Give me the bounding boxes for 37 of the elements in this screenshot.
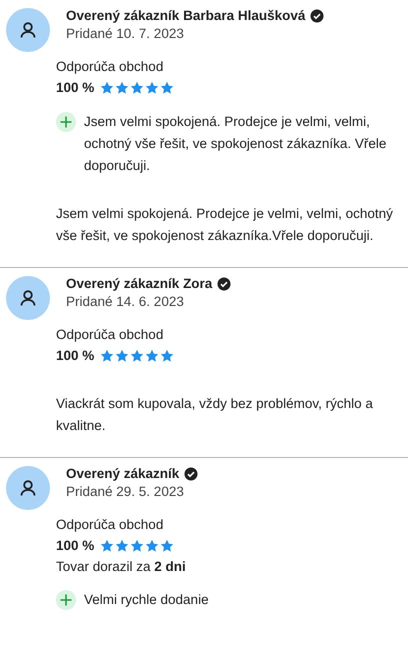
reviewer-name: Overený zákazník Zora [66,276,212,291]
recommend-percent: 100 % [56,347,94,365]
recommend-label: Odporúča obchod [56,326,164,344]
star-icon [145,349,160,363]
star-icon [145,81,160,95]
delivery-time: Tovar dorazil za 2 dni [56,558,187,576]
star-icon [130,349,144,363]
plus-icon [56,112,76,132]
star-icon [115,81,130,95]
reviewer-name: Overený zákazník Barbara Hlaušková [66,8,306,23]
star-icon [160,349,174,363]
user-icon [19,289,37,307]
review-comment: Viackrát som kupovala, vždy bez problémov, rýchlo a kvalitne. [56,395,374,435]
star-icon [100,81,114,95]
star-icon [130,539,144,553]
recommend-percent: 100 % [56,537,94,555]
recommend-label: Odporúča obchod [56,58,164,76]
star-icon [160,539,174,553]
user-icon [19,21,37,39]
user-icon [19,479,37,497]
reviewer-name: Overený zákazník [66,466,180,481]
star-icon [115,539,130,553]
recommend-percent: 100 % [56,79,94,97]
recommend-label: Odporúča obchod [56,516,164,534]
plus-icon [56,590,76,610]
review-date: Pridané 29. 5. 2023 [66,484,185,499]
review-date: Pridané 14. 6. 2023 [66,294,185,309]
star-icon [115,349,130,363]
star-icon [100,539,114,553]
star-icon [160,81,174,95]
star-icon [100,349,114,363]
review-comment: Jsem velmi spokojená. Prodejce je velmi, velmi, ochotný vše řešit, ve spokojenost zákazníka.Vřele doporučuji. [56,205,394,245]
review-date: Pridané 10. 7. 2023 [66,26,185,41]
star-icon [145,539,160,553]
pro-text: Velmi rychle dodanie [84,591,209,609]
star-icon [130,81,144,95]
pro-text: Jsem velmi spokojená. Prodejce je velmi, velmi, ochotný vše řešit, ve spokojenost zákazníka. Vřele doporučuji. [84,113,388,175]
